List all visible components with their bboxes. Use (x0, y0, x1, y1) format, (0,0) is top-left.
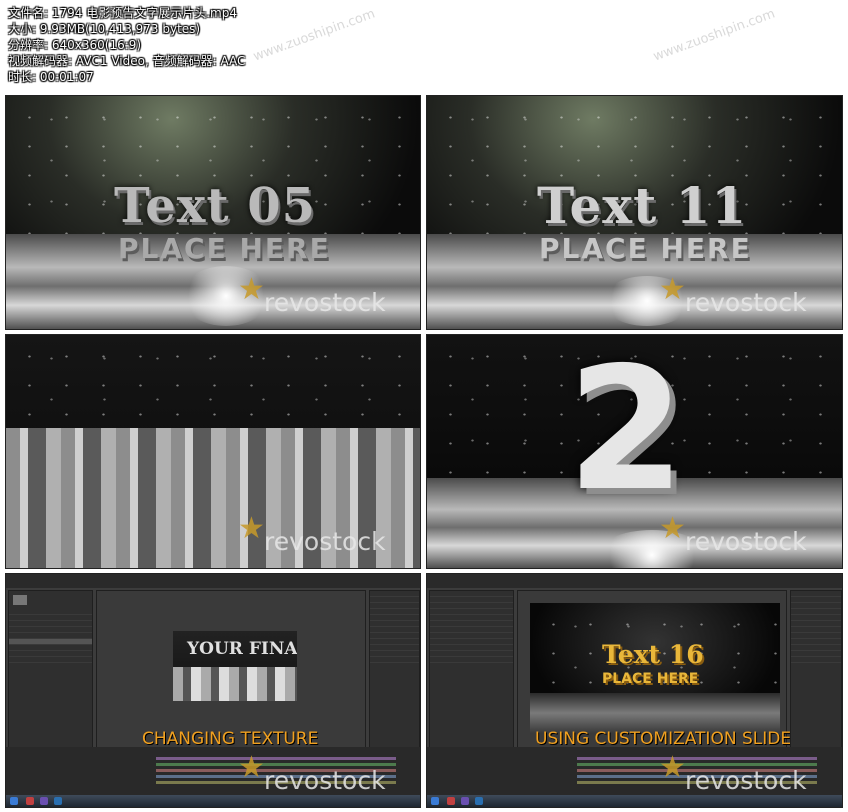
star-logo-icon: ★ (238, 272, 265, 307)
file-size: 大小: 9.93MB(10,413,973 bytes) (8, 22, 201, 36)
frame-thumbnail-1: Text 05 PLACE HERE ★ revostock (5, 95, 421, 330)
ground-texture (530, 693, 780, 733)
app-icon (461, 797, 469, 805)
preview-subtitle: PLACE HERE (602, 671, 699, 687)
brand-watermark: revostock (264, 527, 386, 556)
preview-title: Text 16 (602, 640, 704, 669)
comp-preview: YOUR FINAL (173, 631, 297, 701)
star-logo-icon: ★ (659, 272, 686, 307)
brand-watermark: revostock (685, 288, 807, 317)
preview-text: YOUR FINAL (187, 639, 297, 659)
file-name: 文件名: 1794 电影预告文字展示片头.mp4 (8, 6, 237, 20)
watermark: www.zuoshipin.com (251, 6, 378, 65)
effects-panel (790, 590, 842, 750)
brand-watermark: revostock (685, 527, 807, 556)
resolution: 分辨率: 640x360(16:9) (8, 38, 142, 52)
app-icon (475, 797, 483, 805)
taskbar (6, 795, 420, 807)
brand-watermark: revostock (264, 766, 386, 795)
video-info: 文件名: 1794 电影预告文字展示片头.mp4 大小: 9.93MB(10,4… (8, 5, 245, 85)
countdown-number: 2 (567, 334, 686, 529)
duration: 时长: 00:01:07 (8, 70, 94, 84)
title-text: Text 11 (537, 176, 748, 235)
frame-thumbnail-2: Text 11 PLACE HERE ★ revostock (426, 95, 843, 330)
ground-texture (173, 667, 297, 701)
composition-panel: YOUR FINAL CHANGING TEXTURE (96, 590, 366, 750)
app-icon (447, 797, 455, 805)
app-icon (40, 797, 48, 805)
codec: 视频解码器: AVC1 Video, 音频解码器: AAC (8, 54, 246, 68)
project-panel (8, 590, 93, 750)
after-effects-screenshot-2: Text 16 PLACE HERE USING CUSTOMIZATION S… (426, 573, 843, 808)
star-logo-icon: ★ (659, 750, 686, 785)
app-icon (54, 797, 62, 805)
frame-thumbnail-3: ★ revostock (5, 334, 421, 569)
comp-preview: Text 16 PLACE HERE (530, 603, 780, 733)
after-effects-screenshot-1: YOUR FINAL CHANGING TEXTURE ★ revostock (5, 573, 421, 808)
taskbar (427, 795, 842, 807)
composition-panel: Text 16 PLACE HERE USING CUSTOMIZATION S… (517, 590, 814, 750)
caption: CHANGING TEXTURE (142, 729, 319, 749)
effect-controls-panel (429, 590, 514, 750)
footage-thumbnail (13, 595, 27, 605)
effects-panel (369, 590, 420, 750)
menu-bar (6, 574, 420, 588)
title-text: Text 05 (114, 178, 317, 234)
frame-thumbnail-4: 2 ★ revostock (426, 334, 843, 569)
star-logo-icon: ★ (238, 511, 265, 546)
brand-watermark: revostock (685, 766, 807, 795)
watermark: www.zuoshipin.com (651, 6, 778, 65)
caption: USING CUSTOMIZATION SLIDERS (535, 729, 814, 749)
brand-watermark: revostock (264, 288, 386, 317)
subtitle-text: PLACE HERE (539, 232, 752, 265)
subtitle-text: PLACE HERE (118, 232, 331, 265)
star-logo-icon: ★ (238, 750, 265, 785)
app-icon (26, 797, 34, 805)
star-logo-icon: ★ (659, 511, 686, 546)
start-icon (10, 797, 18, 805)
menu-bar (427, 574, 842, 588)
start-icon (431, 797, 439, 805)
